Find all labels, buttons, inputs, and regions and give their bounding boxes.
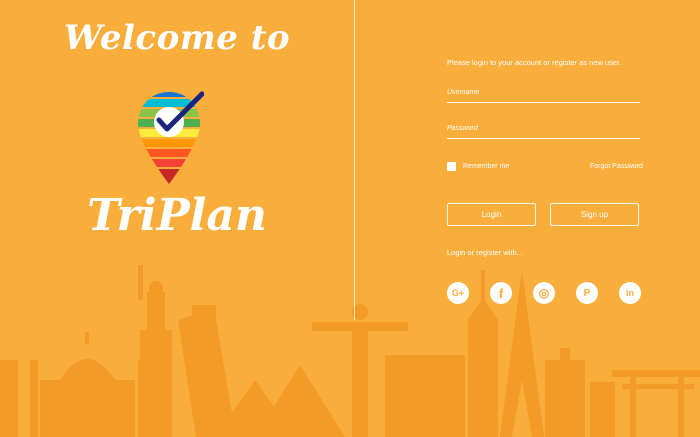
password-placeholder: Password [447,125,478,132]
forgot-password-link[interactable]: Forgot Password [590,163,643,170]
instagram-icon[interactable]: ◎ [533,282,555,304]
login-button[interactable]: Login [447,203,536,226]
panel-divider [354,0,355,320]
welcome-heading: Welcome to [63,18,291,58]
pinterest-icon[interactable]: P [576,282,598,304]
remember-checkbox[interactable] [447,162,456,171]
remember-label: Remember me [463,163,510,170]
password-field[interactable]: Password [447,125,640,139]
remember-me[interactable]: Remember me [447,162,509,171]
linkedin-icon[interactable]: in [619,282,641,304]
facebook-icon[interactable]: f [490,282,512,304]
username-placeholder: Username [447,89,480,96]
brand-name: TriPlan [87,190,267,241]
login-screen: Welcome to TriPlan Please login to your … [0,0,700,437]
google-plus-icon[interactable]: G+ [447,282,469,304]
username-field[interactable]: Username [447,89,640,103]
login-subtitle: Please login to your account or register… [447,58,622,67]
triplan-logo-icon [138,91,204,184]
signup-button[interactable]: Sign up [550,203,639,226]
social-login-prompt: Login or register with... [447,248,523,257]
